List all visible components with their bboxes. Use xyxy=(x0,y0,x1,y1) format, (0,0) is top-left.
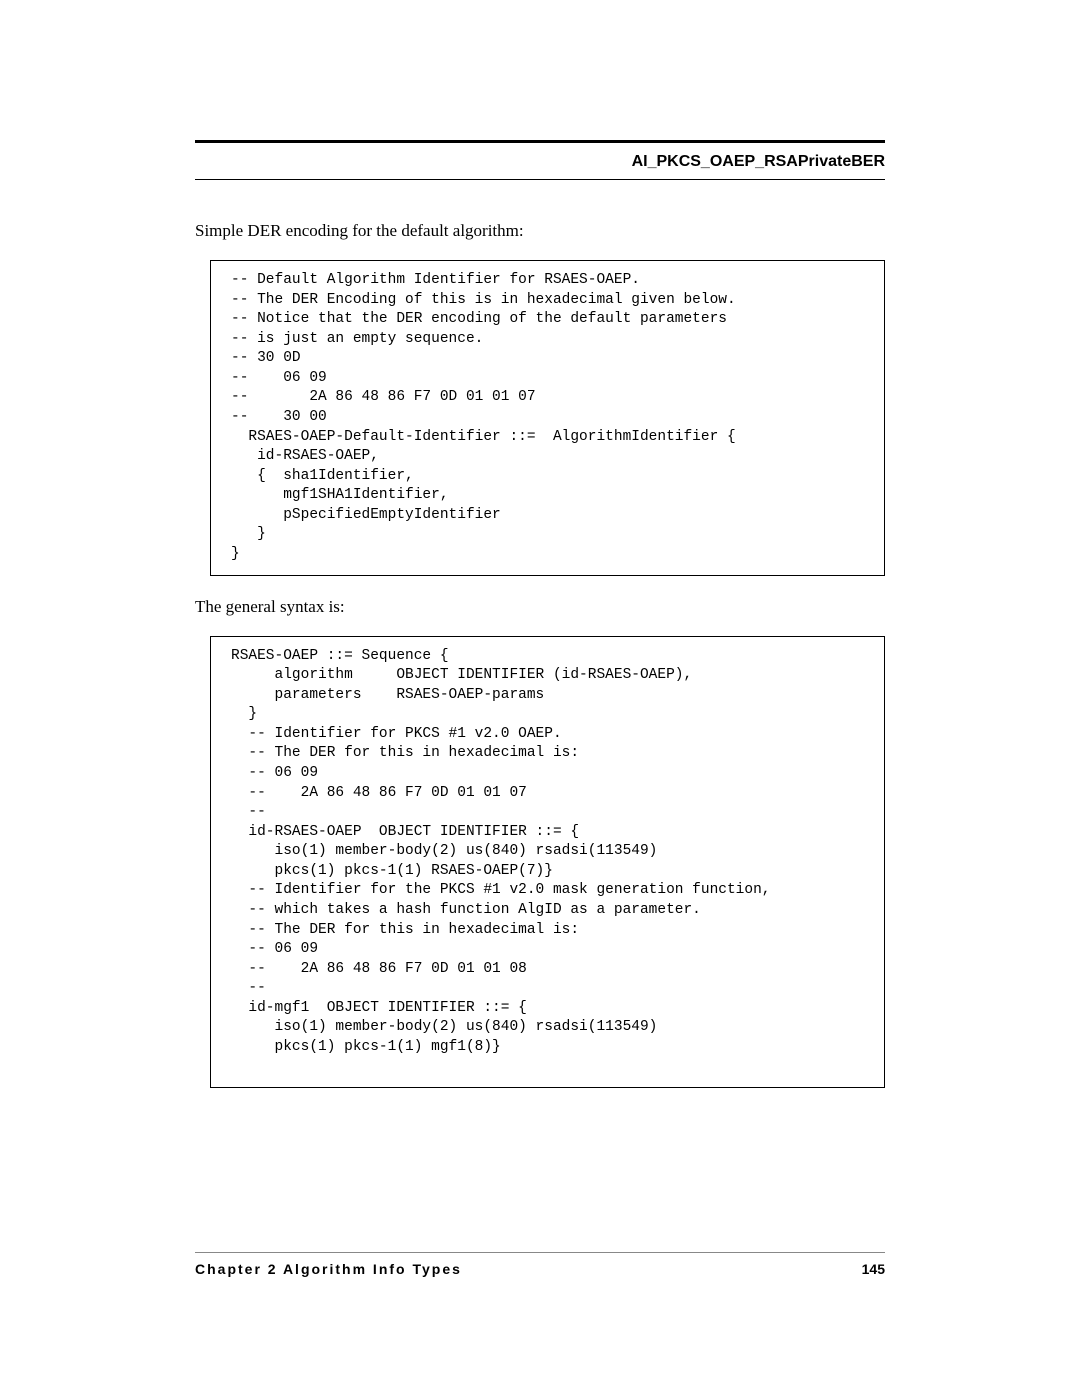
intro-text-2: The general syntax is: xyxy=(195,596,885,618)
page-number: 145 xyxy=(862,1261,885,1277)
intro-text-1: Simple DER encoding for the default algo… xyxy=(195,220,885,242)
chapter-label: Chapter 2 Algorithm Info Types xyxy=(195,1261,462,1277)
page-content: AI_PKCS_OAEP_RSAPrivateBER Simple DER en… xyxy=(0,0,1080,1208)
code-block-1: -- Default Algorithm Identifier for RSAE… xyxy=(210,260,885,575)
page-footer: Chapter 2 Algorithm Info Types 145 xyxy=(195,1252,885,1277)
top-rule xyxy=(195,140,885,143)
section-header: AI_PKCS_OAEP_RSAPrivateBER xyxy=(195,153,885,180)
code-block-2: RSAES-OAEP ::= Sequence { algorithm OBJE… xyxy=(210,636,885,1088)
